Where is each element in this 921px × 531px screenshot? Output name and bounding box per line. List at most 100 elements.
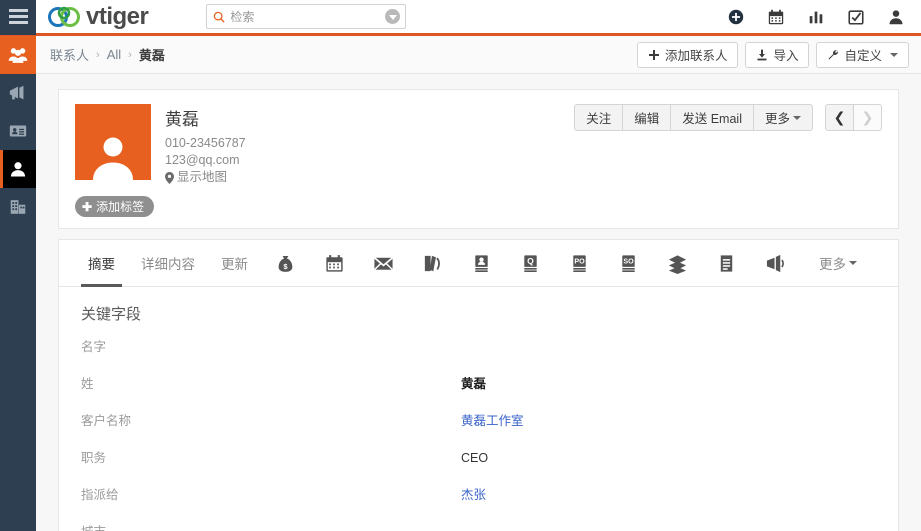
chevron-down-icon [890,52,898,57]
sales-order-icon: SO [622,254,635,272]
next-record-button: ❯ [853,104,882,131]
tag-row: ✚ 添加标签 [59,196,898,228]
tab-campaigns[interactable] [751,240,800,287]
hamburger-bar [8,9,28,12]
add-tag-label: 添加标签 [96,200,145,214]
add-contact-button[interactable]: 添加联系人 [636,41,739,68]
breadcrumb-item-contacts[interactable]: 联系人 [50,45,89,64]
tab-details[interactable]: 详细内容 [128,240,208,287]
field-label: 姓 [81,377,94,391]
money-bag-icon: $ [278,255,293,272]
plus-icon: ✚ [82,199,93,214]
brand-logo-link[interactable]: vtiger [48,2,149,30]
top-bar: vtiger [0,0,921,36]
contact-summary-card: 黄磊 010-23456787 123@qq.com 显示地图 关注 编辑 发送… [58,89,899,229]
tab-more[interactable]: 更多 [806,240,870,287]
breadcrumb: 联系人 › All › 黄磊 [50,45,165,64]
customize-label: 自定义 [844,49,882,63]
person-avatar-icon [93,137,133,180]
tab-invoices[interactable] [702,240,751,287]
envelope-icon [373,256,394,270]
import-button[interactable]: 导入 [745,41,810,68]
follow-button[interactable]: 关注 [574,104,624,131]
tab-quotes[interactable]: Q [506,240,555,287]
purchase-order-icon: PO [573,254,586,272]
detail-tabs: 摘要 详细内容 更新 $ Q PO SO 更多 [59,240,898,287]
prev-record-button[interactable]: ❮ [825,104,854,131]
tab-emails[interactable] [359,240,408,287]
field-label: 指派给 [81,488,119,502]
more-actions-button[interactable]: 更多 [752,104,813,131]
record-action-group: 关注 编辑 发送 Email 更多 [574,104,813,131]
key-fields-title: 关键字段 [81,306,142,323]
sidebar-item-contacts[interactable] [0,150,36,188]
plus-icon [648,49,659,60]
map-pin-icon [165,171,174,184]
svg-text:PO: PO [574,257,585,265]
sidebar-item-leads[interactable] [0,36,36,74]
building-icon [10,200,26,214]
show-map-link[interactable]: 显示地图 [165,169,246,186]
tab-more-label: 更多 [819,257,846,272]
contact-phone[interactable]: 010-23456787 [165,135,246,152]
tab-events[interactable] [310,240,359,287]
tab-documents[interactable] [408,240,457,287]
calendar-icon [326,254,343,272]
import-icon [757,49,767,60]
invoice-icon [720,254,733,272]
field-value[interactable]: 黄磊工作室 [461,410,524,429]
chevron-down-circle-icon[interactable] [385,9,401,24]
quick-create-icon[interactable] [727,8,745,26]
vtiger-cloud-logo [48,6,80,27]
chevron-down-icon [793,115,801,120]
hamburger-icon[interactable] [0,0,36,35]
analytics-icon[interactable] [807,8,825,26]
show-map-label: 显示地图 [177,170,228,184]
sidebar-item-contacts-card[interactable] [0,112,36,150]
documents-icon [424,255,440,271]
box-icon [668,254,687,274]
edit-button[interactable]: 编辑 [622,104,672,131]
field-row-last-name: 姓 黄磊 [81,373,876,410]
tasks-icon[interactable] [847,8,865,26]
breadcrumb-bar: 联系人 › All › 黄磊 添加联系人 导入 自定义 [36,36,921,74]
field-label: 客户名称 [81,414,132,428]
contact-email[interactable]: 123@qq.com [165,152,246,169]
sidebar-item-organizations[interactable] [0,188,36,226]
record-actions: 关注 编辑 发送 Email 更多 ❮ ❯ [574,104,882,186]
contact-name: 黄磊 [165,110,199,129]
field-label: 名字 [81,340,107,354]
add-tag-button[interactable]: ✚ 添加标签 [75,196,155,217]
contact-card-icon [9,125,27,137]
quote-icon: Q [524,254,537,272]
tab-purchase-orders[interactable]: PO [555,240,604,287]
breadcrumb-separator: › [96,48,100,61]
tab-summary[interactable]: 摘要 [75,240,128,287]
tab-products[interactable] [653,240,702,287]
send-email-button[interactable]: 发送 Email [670,104,754,131]
add-contact-label: 添加联系人 [664,49,728,63]
brand-name: vtiger [86,2,149,30]
field-value[interactable]: 杰张 [461,484,486,503]
field-row-first-name: 名字 [81,336,876,373]
user-account-icon[interactable] [887,8,905,26]
sidebar-item-campaigns[interactable] [0,74,36,112]
tab-sales-orders[interactable]: SO [604,240,653,287]
field-label: 职务 [81,451,107,465]
search-box[interactable] [206,4,407,29]
main-content: 黄磊 010-23456787 123@qq.com 显示地图 关注 编辑 发送… [36,75,921,531]
import-label: 导入 [773,49,799,63]
tab-opportunities[interactable]: $ [261,240,310,287]
detail-tabs-card: 摘要 详细内容 更新 $ Q PO SO 更多 关键字段 名字 姓 黄磊 客户名… [58,239,899,531]
field-value[interactable]: CEO [461,451,488,465]
search-input[interactable] [230,9,386,24]
tab-contacts[interactable] [457,240,506,287]
hamburger-bar [8,15,28,18]
breadcrumb-actions: 添加联系人 导入 自定义 [636,41,909,68]
customize-button[interactable]: 自定义 [816,41,909,68]
breadcrumb-item-all[interactable]: All [107,47,121,62]
field-value[interactable]: 黄磊 [461,373,486,392]
wrench-icon [828,49,839,59]
tab-updates[interactable]: 更新 [208,240,261,287]
calendar-icon[interactable] [767,8,785,26]
